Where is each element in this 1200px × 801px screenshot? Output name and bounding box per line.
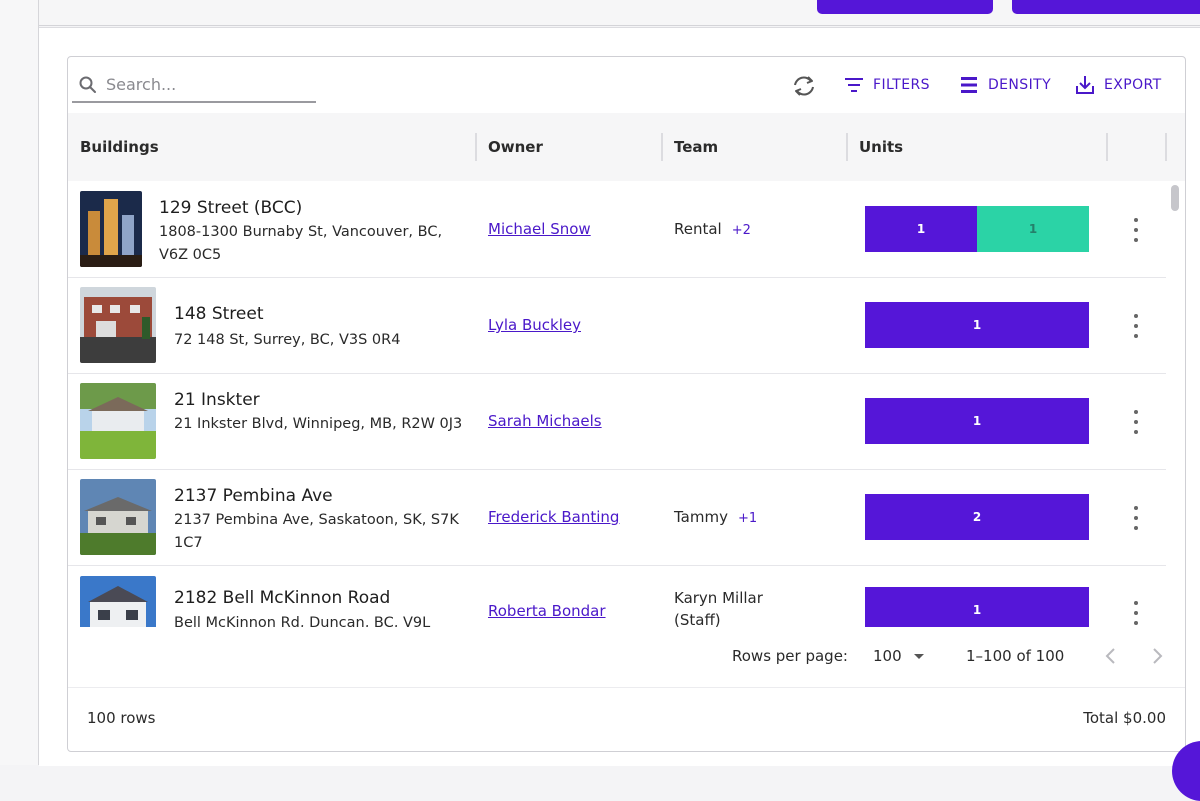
- rows-per-page-select[interactable]: 100: [873, 647, 924, 665]
- team-name: Tammy: [674, 508, 728, 526]
- team-cell: Rental +2: [674, 218, 751, 242]
- building-thumbnail: [80, 479, 156, 555]
- team-cell: Karyn Millar (Staff): [674, 587, 794, 627]
- search-icon: [79, 76, 96, 93]
- column-header-owner[interactable]: Owner: [488, 113, 543, 181]
- units-bar: 1: [865, 302, 1089, 348]
- units-bar: 1: [865, 398, 1089, 444]
- chevron-left-icon[interactable]: [1100, 645, 1122, 667]
- building-name: 148 Street: [174, 304, 264, 324]
- units-segment[interactable]: 1: [865, 587, 1089, 627]
- team-name: Karyn Millar (Staff): [674, 589, 763, 627]
- rows-per-page-value: 100: [873, 647, 902, 665]
- table-row[interactable]: 21 Inskter 21 Inkster Blvd, Winnipeg, MB…: [68, 373, 1166, 470]
- building-address: 72 148 St, Surrey, BC, V3S 0R4: [174, 332, 401, 348]
- building-name: 2182 Bell McKinnon Road: [174, 588, 391, 608]
- building-address: Bell McKinnon Rd, Duncan, BC, V9L: [174, 615, 431, 627]
- units-segment[interactable]: 2: [865, 494, 1089, 540]
- filter-icon: [845, 78, 863, 92]
- density-button[interactable]: DENSITY: [958, 74, 1051, 96]
- column-separator[interactable]: [1165, 133, 1167, 161]
- building-address: 1808-1300 Burnaby St, Vancouver, BC, V6Z…: [159, 224, 443, 263]
- total-amount: Total $0.00: [1083, 709, 1166, 727]
- units-segment[interactable]: 1: [977, 206, 1089, 252]
- filters-label: FILTERS: [873, 77, 930, 93]
- building-name: 21 Inskter: [174, 390, 260, 410]
- export-button[interactable]: EXPORT: [1074, 74, 1162, 96]
- row-count: 100 rows: [87, 709, 156, 727]
- grid-body: 129 Street (BCC) 1808-1300 Burnaby St, V…: [68, 181, 1185, 627]
- export-label: EXPORT: [1104, 77, 1162, 93]
- column-separator[interactable]: [846, 133, 848, 161]
- units-segment[interactable]: 1: [865, 302, 1089, 348]
- left-rail: [0, 0, 39, 765]
- units-bar: 2: [865, 494, 1089, 540]
- vertical-scrollbar[interactable]: [1168, 181, 1185, 627]
- column-separator[interactable]: [475, 133, 477, 161]
- rows-per-page-label: Rows per page:: [732, 647, 848, 665]
- row-menu-icon[interactable]: [1126, 506, 1146, 530]
- building-name: 2137 Pembina Ave: [174, 486, 333, 506]
- top-action-button-1[interactable]: [817, 0, 993, 14]
- team-more-badge[interactable]: +2: [732, 223, 751, 238]
- column-header-buildings[interactable]: Buildings: [80, 113, 159, 181]
- top-bar: [39, 0, 1200, 26]
- chevron-right-icon[interactable]: [1146, 645, 1168, 667]
- owner-link[interactable]: Frederick Banting: [488, 508, 619, 526]
- row-menu-icon[interactable]: [1126, 410, 1146, 434]
- table-row[interactable]: 148 Street 72 148 St, Surrey, BC, V3S 0R…: [68, 277, 1166, 374]
- row-menu-icon[interactable]: [1126, 218, 1146, 242]
- density-label: DENSITY: [988, 77, 1052, 93]
- table-row[interactable]: 2137 Pembina Ave 2137 Pembina Ave, Saska…: [68, 469, 1166, 566]
- top-action-button-2[interactable]: [1012, 0, 1200, 14]
- pagination-bar: Rows per page: 100 1–100 of 100: [68, 627, 1185, 688]
- building-thumbnail: [80, 287, 156, 363]
- search-box: [72, 69, 316, 103]
- team-cell: Tammy +1: [674, 506, 757, 530]
- download-icon: [1076, 76, 1094, 94]
- units-segment[interactable]: 1: [865, 206, 977, 252]
- row-menu-icon[interactable]: [1126, 601, 1146, 625]
- units-bar: 1 1: [865, 206, 1089, 252]
- refresh-icon[interactable]: [790, 73, 818, 99]
- buildings-data-grid: FILTERS DENSITY EXPORT Buildings Owner T…: [67, 56, 1186, 752]
- column-header-team[interactable]: Team: [674, 113, 718, 181]
- density-icon: [961, 77, 977, 93]
- units-bar: 1: [865, 587, 1089, 627]
- filters-button[interactable]: FILTERS: [843, 74, 930, 96]
- table-row[interactable]: 2182 Bell McKinnon Road Bell McKinnon Rd…: [68, 565, 1166, 627]
- column-separator[interactable]: [661, 133, 663, 161]
- team-name: Rental: [674, 220, 722, 238]
- owner-link[interactable]: Sarah Michaels: [488, 412, 602, 430]
- caret-down-icon: [913, 653, 924, 659]
- table-row[interactable]: 129 Street (BCC) 1808-1300 Burnaby St, V…: [68, 181, 1166, 278]
- owner-link[interactable]: Roberta Bondar: [488, 602, 606, 620]
- units-segment[interactable]: 1: [865, 398, 1089, 444]
- column-header-row: Buildings Owner Team Units: [68, 113, 1185, 181]
- column-separator[interactable]: [1106, 133, 1108, 161]
- building-thumbnail: [80, 191, 142, 267]
- scrollbar-thumb[interactable]: [1171, 185, 1179, 211]
- building-address: 21 Inkster Blvd, Winnipeg, MB, R2W 0J3: [174, 416, 463, 432]
- building-thumbnail: [80, 383, 156, 459]
- building-thumbnail: [80, 576, 156, 627]
- owner-link[interactable]: Michael Snow: [488, 220, 591, 238]
- team-more-badge[interactable]: +1: [738, 511, 757, 526]
- row-menu-icon[interactable]: [1126, 314, 1146, 338]
- column-header-units[interactable]: Units: [859, 113, 903, 181]
- building-name: 129 Street (BCC): [159, 198, 303, 218]
- search-input[interactable]: [106, 71, 311, 97]
- owner-link[interactable]: Lyla Buckley: [488, 316, 581, 334]
- building-address: 2137 Pembina Ave, Saskatoon, SK, S7K 1C7: [174, 512, 459, 551]
- page-range: 1–100 of 100: [966, 647, 1065, 665]
